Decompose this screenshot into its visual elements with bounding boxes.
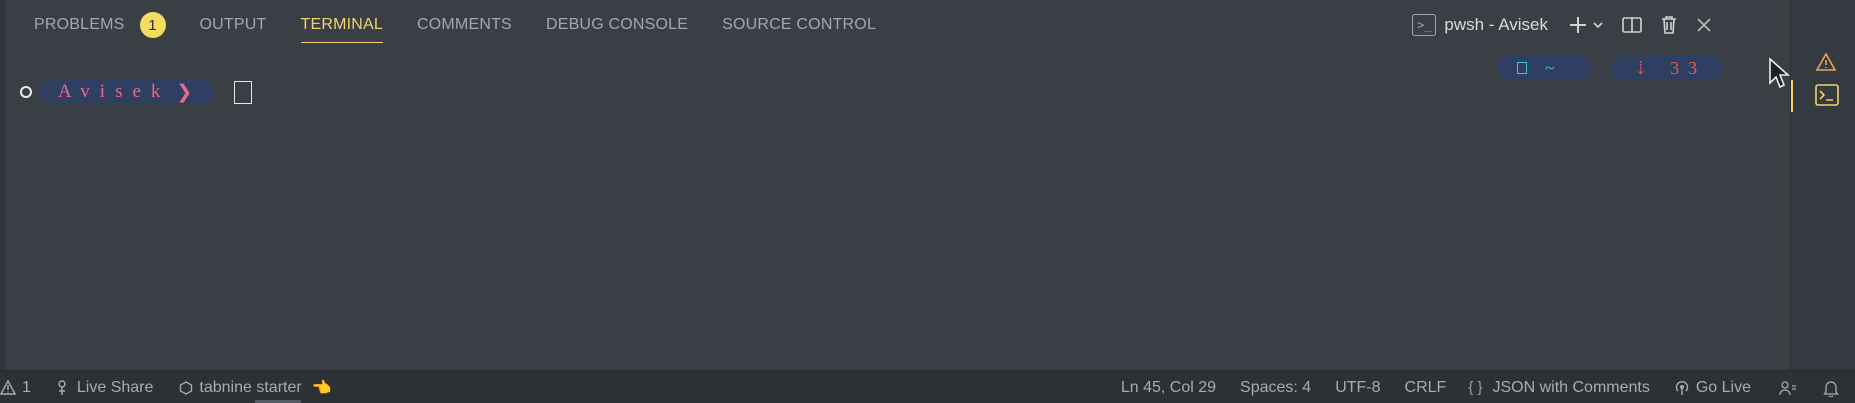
status-go-live-label: Go Live: [1695, 378, 1751, 396]
braces-icon: { }: [1468, 379, 1483, 396]
terminal-shell-label[interactable]: pwsh - Avisek: [1444, 15, 1548, 35]
status-go-live[interactable]: Go Live: [1674, 379, 1751, 397]
tab-comments-label: COMMENTS: [417, 16, 512, 33]
hand-pointer-icon: 👈: [311, 379, 332, 397]
tab-terminal-label: TERMINAL: [300, 16, 383, 33]
right-prompt-path-text: ~: [1545, 57, 1564, 78]
status-eol[interactable]: CRLF: [1405, 379, 1447, 397]
kill-terminal-button[interactable]: [1660, 15, 1678, 35]
status-bar: 1 Live Share tabnine starter 👈 Ln 45, Co…: [0, 370, 1855, 403]
right-prompt-git: ⇣ 33: [1611, 56, 1723, 80]
tab-problems-label: PROBLEMS: [34, 16, 125, 33]
active-terminal-indicator: [1791, 80, 1793, 112]
tab-source-control[interactable]: SOURCE CONTROL: [722, 0, 876, 50]
status-accounts[interactable]: [1779, 380, 1797, 396]
status-cursor-position[interactable]: Ln 45, Col 29: [1121, 379, 1216, 397]
tab-debug-console-label: DEBUG CONSOLE: [545, 16, 689, 33]
warning-icon[interactable]: [1815, 52, 1837, 72]
prompt-segment: Avisek ❯: [40, 80, 215, 104]
tabnine-icon: [180, 380, 193, 395]
terminal-actions: >_ pwsh - Avisek: [1412, 8, 1712, 42]
status-language[interactable]: { } JSON with Comments: [1468, 379, 1650, 397]
terminal-shell-icon[interactable]: >_: [1412, 14, 1437, 36]
broadcast-icon: [1675, 380, 1689, 395]
status-notifications[interactable]: [1823, 379, 1839, 397]
split-icon: [1622, 17, 1642, 33]
trash-icon: [1662, 16, 1676, 34]
status-left: 1 Live Share tabnine starter 👈: [0, 371, 332, 403]
command-decoration-icon[interactable]: [20, 86, 32, 98]
tab-terminal[interactable]: TERMINAL: [300, 0, 384, 50]
tab-debug-console[interactable]: DEBUG CONSOLE: [546, 0, 688, 50]
problems-count-badge: 1: [139, 12, 166, 38]
arrow-down-icon: ⇣: [1633, 57, 1649, 78]
status-tabnine[interactable]: tabnine starter 👈: [179, 378, 332, 398]
folder-icon: [1517, 62, 1527, 74]
plus-icon: [1570, 17, 1586, 33]
close-icon: [1697, 18, 1711, 32]
status-tabnine-label: tabnine starter: [199, 378, 302, 396]
live-share-icon: [58, 379, 66, 395]
bell-icon: [1823, 380, 1839, 397]
chevron-down-icon: [1593, 22, 1603, 29]
terminal-cursor: [234, 80, 253, 104]
status-live-share[interactable]: Live Share: [55, 378, 154, 397]
warning-icon: [0, 380, 16, 395]
right-prompt-git-value: 33: [1670, 57, 1707, 78]
status-language-label: JSON with Comments: [1492, 378, 1650, 396]
terminal-prompt-line[interactable]: Avisek ❯: [20, 80, 253, 104]
status-indentation[interactable]: Spaces: 4: [1240, 379, 1311, 397]
right-prompt-path: ~: [1497, 56, 1591, 80]
status-encoding[interactable]: UTF-8: [1335, 379, 1380, 397]
account-icon: [1779, 380, 1796, 395]
prompt-arrow: ❯: [176, 81, 193, 103]
mouse-pointer-icon: [1769, 57, 1791, 89]
tab-problems[interactable]: PROBLEMS 1: [34, 0, 166, 50]
new-terminal-button[interactable]: [1568, 15, 1588, 35]
split-terminal-button[interactable]: [1622, 16, 1642, 34]
terminal-instance-icon[interactable]: [1815, 84, 1839, 106]
tab-output-label: OUTPUT: [199, 16, 267, 33]
status-problems[interactable]: 1: [0, 379, 31, 397]
panel-tabs: PROBLEMS 1 OUTPUT TERMINAL COMMENTS DEBU…: [34, 0, 910, 52]
terminal-side-list: [1790, 0, 1855, 370]
status-live-share-label: Live Share: [76, 378, 154, 396]
prompt-user: Avisek: [58, 81, 171, 102]
status-problems-count: 1: [22, 378, 31, 396]
status-right: Ln 45, Col 29 Spaces: 4 UTF-8 CRLF { } J…: [1121, 371, 1855, 403]
tab-comments[interactable]: COMMENTS: [417, 0, 512, 50]
tab-output[interactable]: OUTPUT: [200, 0, 267, 50]
close-panel-button[interactable]: [1696, 17, 1712, 33]
terminal-dropdown-button[interactable]: [1592, 19, 1604, 31]
tab-source-control-label: SOURCE CONTROL: [722, 16, 877, 33]
